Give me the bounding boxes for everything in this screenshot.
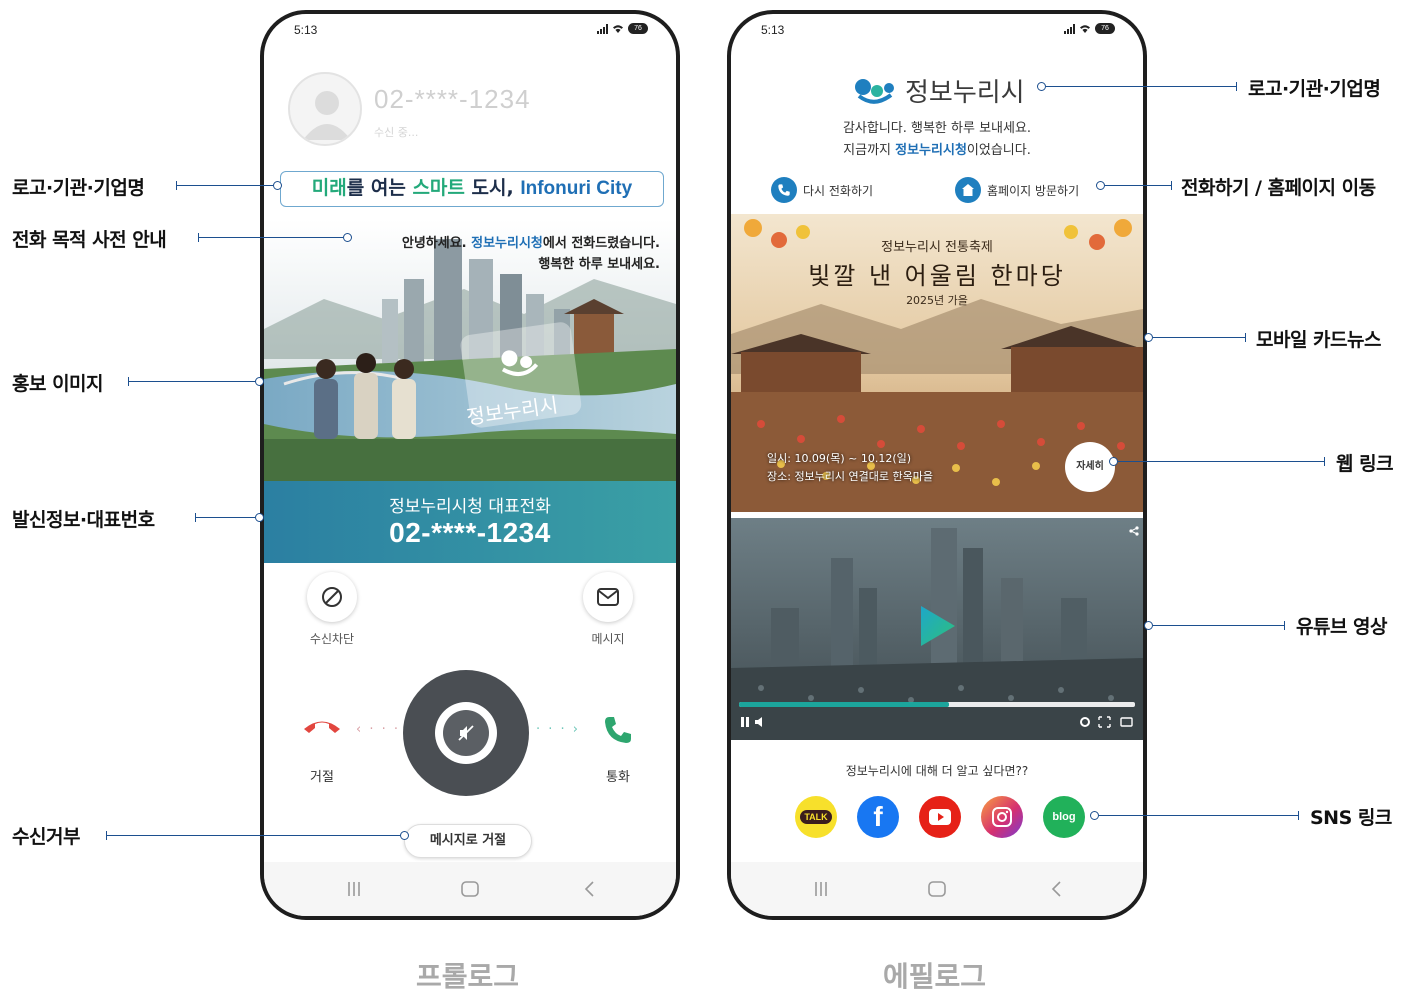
card-title: 빛깔 낸 어울림 한마당 (808, 262, 1066, 290)
signal-icon (597, 23, 608, 34)
org-name: 정보누리시 (905, 78, 1025, 108)
org-logo: 정보누리시 (851, 72, 1025, 109)
banner-number: 02-****-1234 (389, 517, 551, 548)
message-button[interactable] (583, 572, 633, 622)
envelope-icon (597, 588, 619, 606)
recent-apps-icon[interactable] (811, 880, 831, 898)
block-label: 수신차단 (309, 632, 355, 646)
reject-call-icon[interactable] (302, 716, 342, 736)
battery-icon: 76 (1095, 23, 1115, 34)
sns-links: TALK f blog (795, 796, 1085, 838)
web-link-button[interactable]: 자세히 (1065, 442, 1115, 492)
caller-status: 수신 중... (374, 126, 419, 139)
annotation-logo-left: 로고·기관·기업명 (12, 177, 145, 199)
card-subtitle: 정보누리시 전통축제 (881, 240, 993, 255)
wifi-icon (1080, 24, 1090, 33)
answer-slider[interactable] (403, 670, 529, 796)
block-button[interactable] (307, 572, 357, 622)
card-season: 2025년 가을 (906, 294, 968, 307)
video-progress-bar[interactable] (739, 702, 1135, 707)
home-icon[interactable] (927, 880, 947, 898)
annotation-reject: 수신거부 (12, 826, 80, 848)
sns-question: 정보누리시에 대해 더 알고 싶다면?? (845, 764, 1029, 778)
caption-epilogue: 에필로그 (883, 960, 987, 993)
slogan-banner: 미래를 여는 스마트 도시, Infonuri City (280, 171, 664, 207)
accept-call-icon[interactable] (602, 714, 634, 746)
play-icon[interactable] (919, 604, 957, 648)
annotation-purpose: 전화 목적 사전 안내 (12, 229, 167, 251)
annotation-call-home: 전화하기 / 홈페이지 이동 (1181, 177, 1376, 199)
facebook-icon[interactable]: f (857, 796, 899, 838)
status-bar: 5:13 76 (731, 14, 1143, 48)
status-bar: 5:13 76 (264, 14, 676, 48)
visit-homepage-button[interactable]: 홈페이지 방문하기 (955, 177, 1079, 203)
back-icon[interactable] (1047, 880, 1067, 898)
people-group (314, 353, 416, 439)
system-nav-bar (264, 862, 676, 916)
epilogue-phone: 5:13 76 정보누리시 감사합니다. 행복한 하루 보내세요. 지금까지 정… (727, 10, 1147, 920)
annotation-sns: SNS 링크 (1310, 807, 1392, 829)
system-nav-bar (731, 862, 1143, 916)
naver-blog-icon[interactable]: blog (1043, 796, 1085, 838)
mute-button[interactable] (443, 710, 489, 756)
status-time: 5:13 (294, 23, 318, 37)
call-again-button[interactable]: 다시 전화하기 (771, 177, 873, 203)
youtube-video[interactable] (731, 518, 1143, 740)
caller-number: 02-****-1234 (374, 84, 531, 114)
phone-icon (771, 177, 797, 203)
card-event-info: 일시: 10.09(목) ~ 10.12(일) 장소: 정보누리시 연결대로 한… (767, 452, 933, 483)
reject-swipe-hint: ‹ · · · (356, 722, 400, 737)
annotation-youtube: 유튜브 영상 (1296, 616, 1388, 638)
message-label: 메시지 (591, 632, 625, 646)
promo-image: 정보누리시 안녕하세요. 정보누리시청에서 전화드렸습니다. 행복한 하루 보내… (264, 219, 676, 481)
person-icon (303, 91, 351, 140)
annotation-logo-right: 로고·기관·기업명 (1248, 78, 1381, 100)
mute-icon (458, 725, 474, 741)
status-time: 5:13 (761, 23, 785, 37)
reject-with-message-button[interactable]: 메시지로 거절 (404, 824, 532, 858)
home-icon[interactable] (460, 880, 480, 898)
recent-apps-icon[interactable] (344, 880, 364, 898)
caption-prologue: 프롤로그 (416, 960, 520, 993)
settings-fullscreen-icons[interactable] (1079, 716, 1135, 728)
caller-info-banner: 정보누리시청 대표전화 02-****-1234 (264, 481, 676, 563)
avatar (288, 72, 362, 146)
accept-label: 통화 (606, 770, 630, 785)
share-icon[interactable] (1129, 526, 1139, 536)
annotation-card-news: 모바일 카드뉴스 (1256, 329, 1381, 351)
annotation-caller-info: 발신정보·대표번호 (12, 509, 155, 531)
banner-name: 정보누리시청 대표전화 (389, 497, 551, 517)
call-purpose-text: 안녕하세요. 정보누리시청에서 전화드렸습니다. 행복한 하루 보내세요. (401, 236, 660, 272)
thanks-message: 감사합니다. 행복한 하루 보내세요. 지금까지 정보누리시청이었습니다. (842, 121, 1032, 158)
mobile-card-news[interactable]: 정보누리시 전통축제 빛깔 낸 어울림 한마당 2025년 가을 일시: 10.… (731, 214, 1143, 512)
home-icon (955, 177, 981, 203)
instagram-icon[interactable] (981, 796, 1023, 838)
back-icon[interactable] (580, 880, 600, 898)
accept-swipe-hint: · · · › (536, 722, 580, 737)
signal-icon (1064, 23, 1075, 34)
youtube-icon[interactable] (919, 796, 961, 838)
kakaotalk-icon[interactable]: TALK (795, 796, 837, 838)
prologue-phone: 5:13 76 02-****-1234 수신 중... 미래를 여는 스마트 … (260, 10, 680, 920)
block-icon (322, 587, 342, 607)
annotation-web-link: 웹 링크 (1336, 453, 1394, 475)
reject-label: 거절 (310, 770, 334, 785)
infonuri-logo-icon (855, 78, 894, 104)
pause-volume-icons[interactable] (741, 716, 769, 728)
battery-icon: 76 (628, 23, 648, 34)
wifi-icon (613, 24, 623, 33)
video-progress-fill (739, 702, 949, 707)
annotation-promo: 홍보 이미지 (12, 373, 104, 395)
